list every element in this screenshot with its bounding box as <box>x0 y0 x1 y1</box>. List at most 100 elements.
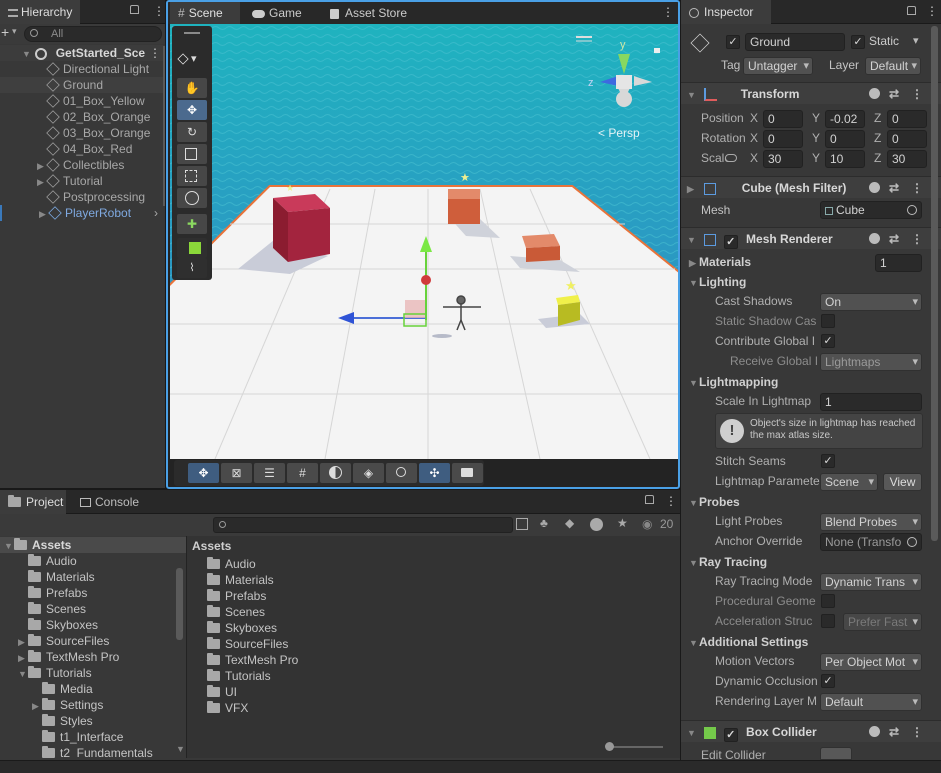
preset-icon[interactable]: ⇄ <box>889 83 899 105</box>
project-tree-item[interactable]: Materials <box>0 569 186 585</box>
bottom-grid-button[interactable]: # <box>287 463 318 483</box>
procedural-geometry-checkbox[interactable] <box>821 594 835 608</box>
tree-scrollbar[interactable] <box>176 568 183 640</box>
bottom-align-button[interactable]: ☰ <box>254 463 285 483</box>
more-menu-icon[interactable]: ⋮ <box>153 4 165 18</box>
expand-arrow-icon[interactable]: ▼ <box>689 633 699 653</box>
light-probes-dropdown[interactable]: Blend Probes <box>820 513 922 531</box>
acceleration-struct-dropdown[interactable]: Prefer Fast <box>843 613 922 631</box>
project-tree-item[interactable]: Styles <box>0 713 186 729</box>
path-tool-button[interactable]: ⌇ <box>177 258 207 278</box>
expand-arrow-icon[interactable]: ▼ <box>689 273 699 293</box>
scene-row[interactable]: ▼ GetStarted_Sce ⋮ <box>0 45 165 61</box>
expand-arrow-icon[interactable]: ▶ <box>39 206 49 221</box>
tab-inspector[interactable]: Inspector <box>681 0 771 24</box>
tab-project[interactable]: Project <box>0 490 66 514</box>
visibility-eye-icon[interactable]: ◉ <box>642 517 652 531</box>
hierarchy-item[interactable]: 04_Box_Red <box>0 141 165 157</box>
tag-dropdown[interactable]: Untagger <box>743 57 813 75</box>
collectible-star[interactable]: ★ <box>460 171 470 184</box>
lock-icon[interactable] <box>907 6 916 15</box>
contribute-gi-checkbox[interactable]: ✓ <box>821 334 835 348</box>
expand-arrow-icon[interactable]: ▼ <box>18 666 28 681</box>
materials-count-field[interactable]: 1 <box>875 254 922 272</box>
project-tree-item[interactable]: t1_Interface <box>0 729 186 745</box>
transform-header[interactable]: ▼ Transform ⇄ ⋮ <box>681 82 941 104</box>
scene-menu-icon[interactable]: ⋮ <box>149 45 161 61</box>
expand-arrow-icon[interactable]: ▶ <box>37 158 47 173</box>
cast-shadows-dropdown[interactable]: On <box>820 293 922 311</box>
inspector-scrollbar[interactable] <box>931 26 938 541</box>
rotate-tool-button[interactable]: ↻ <box>177 122 207 142</box>
expand-arrow-icon[interactable]: ▶ <box>32 698 42 713</box>
transform-tool-button[interactable] <box>177 188 207 208</box>
expand-arrow-icon[interactable]: ▶ <box>37 174 47 189</box>
project-tree-item[interactable]: Skyboxes <box>0 617 186 633</box>
overlay-drag-handle[interactable] <box>184 32 200 34</box>
mesh-object-field[interactable]: Cube <box>820 201 922 219</box>
help-icon[interactable] <box>869 726 880 737</box>
bottom-search-button[interactable] <box>386 463 417 483</box>
help-icon[interactable] <box>869 88 880 99</box>
project-tree-item[interactable]: Scenes <box>0 601 186 617</box>
bottom-move-button[interactable]: ✥ <box>188 463 219 483</box>
project-tree-item[interactable]: Prefabs <box>0 585 186 601</box>
mesh-renderer-header[interactable]: ▼ ✓ Mesh Renderer ⇄ ⋮ <box>681 227 941 249</box>
transform-scale-y-field[interactable]: 10 <box>825 150 865 168</box>
project-tree-item[interactable]: ▶ Settings <box>0 697 186 713</box>
tab-game[interactable]: Game <box>252 2 302 24</box>
project-search-input[interactable] <box>213 517 513 533</box>
box-orange-right[interactable] <box>522 234 560 262</box>
transform-scale-x-field[interactable]: 30 <box>763 150 803 168</box>
layer-dropdown[interactable]: Default <box>865 57 921 75</box>
tab-hierarchy[interactable]: Hierarchy <box>0 0 80 24</box>
collapse-arrow-icon[interactable]: ▼ <box>687 722 697 744</box>
bottom-snap-button[interactable]: ⊠ <box>221 463 252 483</box>
scale-tool-button[interactable] <box>177 144 207 164</box>
mesh-filter-header[interactable]: ▶ Cube (Mesh Filter) ⇄ ⋮ <box>681 176 941 198</box>
project-folder-item[interactable]: Audio <box>207 556 680 572</box>
hierarchy-scrollbar[interactable] <box>163 46 165 206</box>
ray-tracing-mode-dropdown[interactable]: Dynamic Trans <box>820 573 922 591</box>
static-dropdown-icon[interactable]: ▾ <box>913 34 919 47</box>
move-tool-button[interactable]: ✥ <box>177 100 207 120</box>
collectible-star[interactable]: ★ <box>286 184 294 194</box>
transform-rotation-z-field[interactable]: 0 <box>887 130 927 148</box>
receive-gi-dropdown[interactable]: Lightmaps <box>820 353 922 371</box>
hierarchy-item[interactable]: Postprocessing <box>0 189 165 205</box>
project-tree-item[interactable]: ▶ TextMesh Pro <box>0 649 186 665</box>
component-menu-icon[interactable]: ⋮ <box>911 83 923 105</box>
project-folder-item[interactable]: Scenes <box>207 604 680 620</box>
edit-collider-button[interactable] <box>820 747 852 760</box>
tab-console[interactable]: Console <box>72 490 147 514</box>
warning-filter-icon[interactable] <box>590 518 603 531</box>
component-menu-icon[interactable]: ⋮ <box>911 721 923 743</box>
transform-position-z-field[interactable]: 0 <box>887 110 927 128</box>
transform-rotation-y-field[interactable]: 0 <box>825 130 865 148</box>
bottom-shading-button[interactable] <box>320 463 351 483</box>
search-by-type-icon[interactable] <box>516 518 528 530</box>
expand-arrow-icon[interactable]: ▼ <box>689 493 699 513</box>
rect-tool-button[interactable] <box>177 166 207 186</box>
project-folder-item[interactable]: UI <box>207 684 680 700</box>
project-folder-item[interactable]: Materials <box>207 572 680 588</box>
scroll-down-arrow-icon[interactable]: ▼ <box>176 744 185 754</box>
gizmo-lock-icon[interactable] <box>654 48 660 53</box>
zoom-slider[interactable] <box>605 742 663 751</box>
scale-in-lightmap-field[interactable]: 1 <box>820 393 922 411</box>
help-icon[interactable] <box>869 233 880 244</box>
static-shadow-checkbox[interactable] <box>821 314 835 328</box>
preset-icon[interactable]: ⇄ <box>889 721 899 743</box>
custom-tool-button[interactable]: ✚ <box>177 214 207 234</box>
hierarchy-item[interactable]: ▶ Collectibles <box>0 157 165 173</box>
collapse-arrow-icon[interactable]: ▼ <box>687 84 697 106</box>
probes-foldout[interactable]: ▼Probes <box>681 492 941 512</box>
scene-viewport[interactable]: ★ ★ ★ y z < Persp ▾ ✋ ✥ ↻ ✚ ⌇ <box>170 24 678 459</box>
bottom-camera-button[interactable] <box>452 463 483 483</box>
mesh-renderer-enabled-checkbox[interactable]: ✓ <box>723 235 738 249</box>
transform-position-x-field[interactable]: 0 <box>763 110 803 128</box>
hierarchy-search-input[interactable]: All <box>24 26 162 42</box>
bottom-layers-button[interactable]: ◈ <box>353 463 384 483</box>
project-tree-item[interactable]: Media <box>0 681 186 697</box>
box-orange-back[interactable] <box>448 189 480 224</box>
